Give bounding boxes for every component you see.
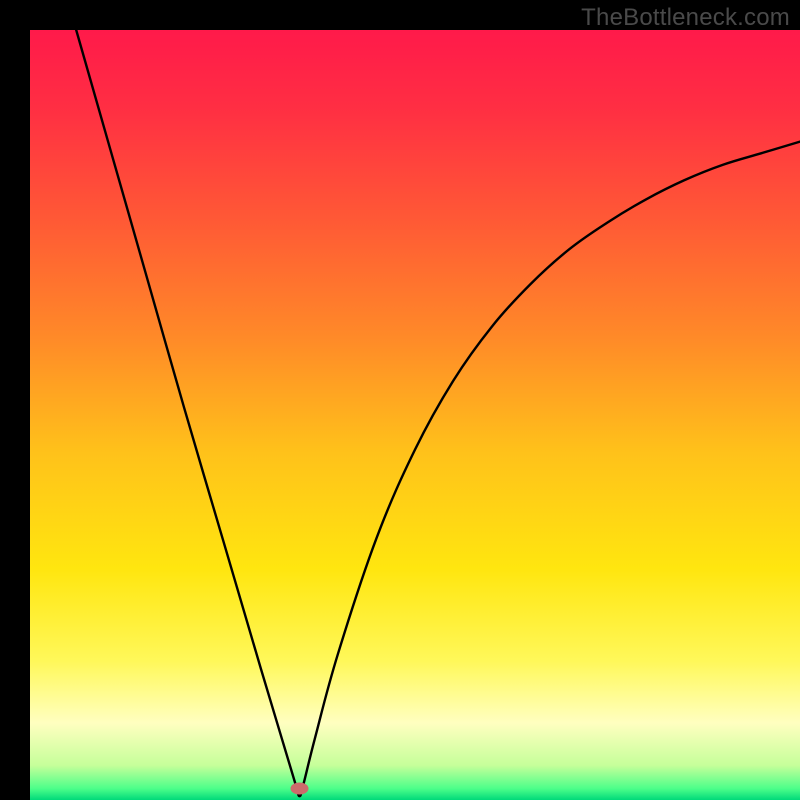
optimal-point-marker (291, 782, 309, 794)
watermark-text: TheBottleneck.com (581, 4, 790, 32)
bottleneck-chart (0, 0, 800, 800)
chart-frame: TheBottleneck.com (0, 0, 800, 800)
plot-background (30, 30, 800, 800)
